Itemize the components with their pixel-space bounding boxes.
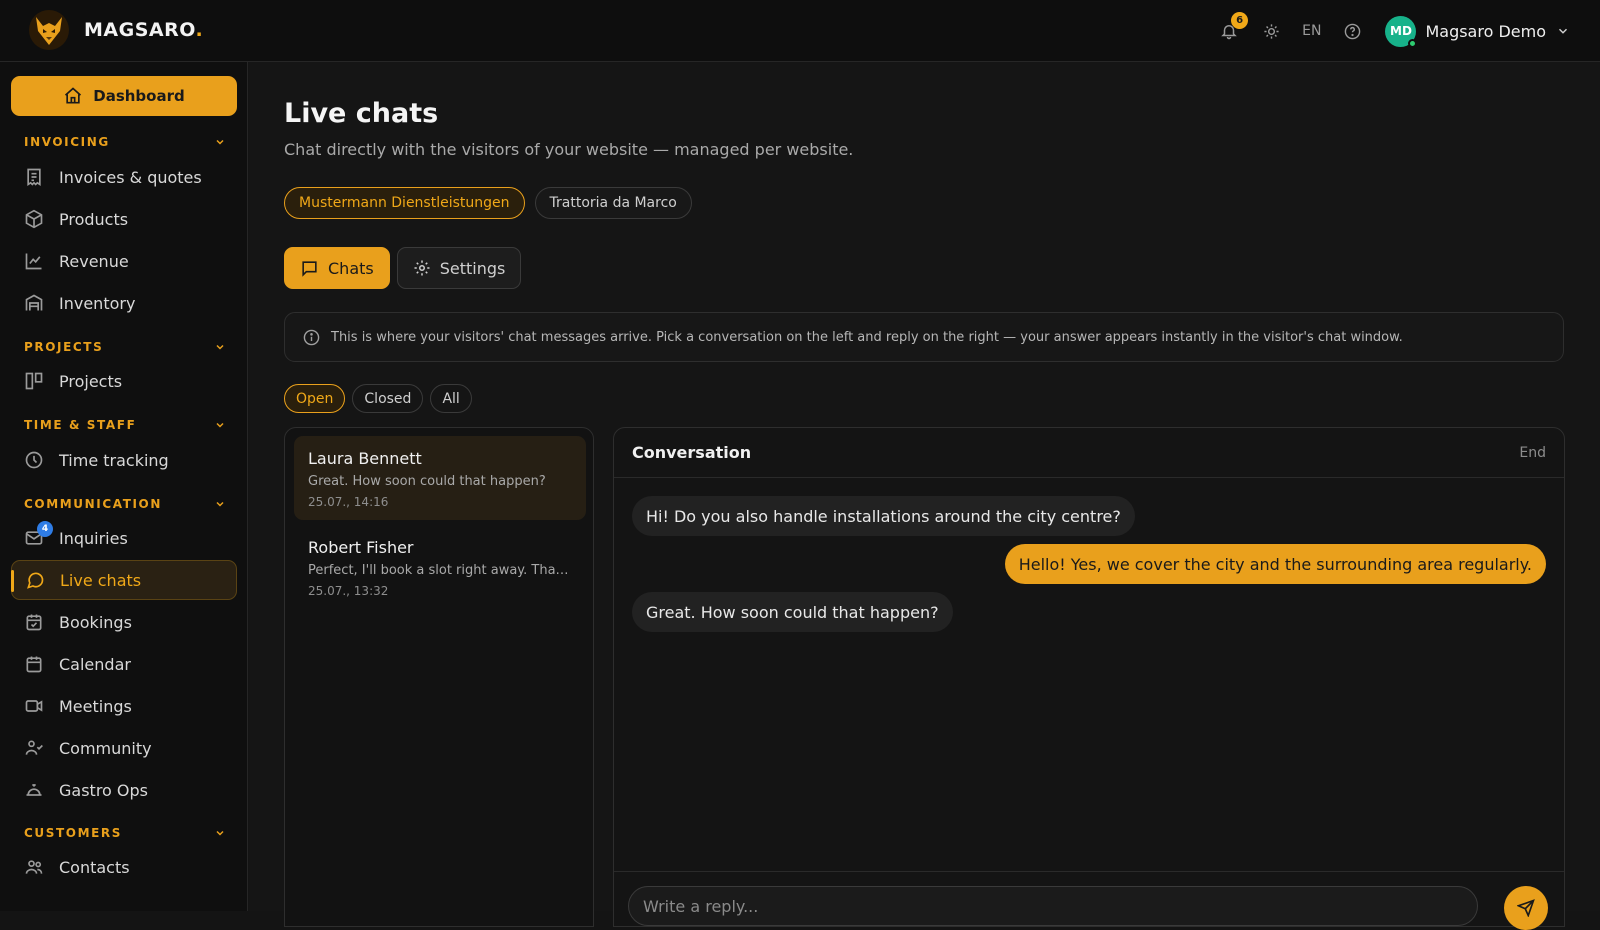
box-icon <box>25 209 43 229</box>
chat-timestamp: 25.07., 13:32 <box>308 584 389 598</box>
section-invoicing[interactable]: INVOICING <box>24 132 226 152</box>
theme-toggle-button[interactable] <box>1260 20 1282 42</box>
dashboard-button[interactable]: Dashboard <box>11 76 237 116</box>
sidebar-item-live-chats[interactable]: Live chats <box>11 560 237 600</box>
sidebar-item-gastro-ops[interactable]: Gastro Ops <box>11 770 237 810</box>
sidebar-item-projects[interactable]: Projects <box>11 361 237 401</box>
chat-bubble-icon <box>27 572 44 589</box>
chat-timestamp: 25.07., 14:16 <box>308 495 389 509</box>
end-chat-button[interactable]: End <box>1519 445 1546 461</box>
sidebar-item-bookings[interactable]: Bookings <box>11 602 237 642</box>
page-subtitle: Chat directly with the visitors of your … <box>284 140 854 159</box>
top-bar: MAGSARO. 6 EN MD Magsaro Demo <box>0 0 1600 62</box>
conversation-header: Conversation End <box>614 428 1564 478</box>
chevron-down-icon <box>216 422 224 428</box>
kanban-icon <box>25 372 43 390</box>
conversation-title: Conversation <box>632 443 752 462</box>
filter-closed[interactable]: Closed <box>352 384 424 413</box>
calendar-icon <box>26 656 42 673</box>
send-button[interactable] <box>1504 886 1548 930</box>
message-square-icon <box>302 260 317 277</box>
reply-bar <box>614 871 1564 930</box>
tab-chats[interactable]: Chats <box>284 247 390 289</box>
home-icon <box>65 87 82 104</box>
visitor-message: Great. How soon could that happen? <box>632 592 953 632</box>
send-icon <box>1517 899 1535 917</box>
language-switcher[interactable]: EN <box>1302 23 1321 39</box>
line-chart-icon <box>25 253 42 270</box>
gear-icon <box>414 260 430 276</box>
chat-list-item[interactable]: Robert Fisher Perfect, I'll book a slot … <box>294 525 586 609</box>
section-projects[interactable]: PROJECTS <box>24 337 226 357</box>
wolf-logo-icon <box>29 10 69 50</box>
online-status-dot <box>1408 38 1418 48</box>
receipt-icon <box>27 168 41 187</box>
sun-icon <box>1264 23 1279 39</box>
chat-list: Laura Bennett Great. How soon could that… <box>284 427 594 927</box>
chevron-down-icon <box>216 344 224 350</box>
notifications-button[interactable]: 6 <box>1218 12 1249 42</box>
status-filters: Open Closed All <box>284 384 479 413</box>
chat-last-message: Great. How soon could that happen? <box>308 474 546 489</box>
section-communication[interactable]: COMMUNICATION <box>24 494 226 514</box>
brand-logo[interactable]: MAGSARO. <box>28 9 203 51</box>
chat-visitor-name: Robert Fisher <box>308 538 414 557</box>
help-button[interactable] <box>1341 20 1363 42</box>
chat-list-item[interactable]: Laura Bennett Great. How soon could that… <box>294 436 586 520</box>
page-title: Live chats <box>284 98 439 129</box>
user-menu-name[interactable]: Magsaro Demo <box>1425 22 1546 41</box>
chat-last-message: Perfect, I'll book a slot right away. Th… <box>308 563 572 578</box>
sidebar-item-contacts[interactable]: Contacts <box>11 847 237 887</box>
agent-message: Hello! Yes, we cover the city and the su… <box>1004 544 1546 584</box>
visitor-message: Hi! Do you also handle installations aro… <box>632 496 1135 536</box>
help-circle-icon <box>1344 23 1361 39</box>
tab-settings[interactable]: Settings <box>396 247 522 289</box>
conversation-panel: Conversation End Hi! Do you also handle … <box>613 427 1565 930</box>
sidebar-item-products[interactable]: Products <box>11 199 237 239</box>
chat-visitor-name: Laura Bennett <box>308 449 422 468</box>
sidebar-item-inquiries[interactable]: 4 Inquiries <box>11 518 237 558</box>
info-banner: This is where your visitors' chat messag… <box>284 312 1564 362</box>
brand-name: MAGSARO. <box>84 19 204 41</box>
filter-all[interactable]: All <box>430 384 472 413</box>
info-icon <box>303 329 320 345</box>
chevron-down-icon[interactable] <box>1556 24 1570 38</box>
view-tabs: Chats Settings <box>284 247 528 289</box>
sidebar-item-meetings[interactable]: Meetings <box>11 686 237 726</box>
website-tab-trattoria[interactable]: Trattoria da Marco <box>534 187 692 219</box>
notification-count-badge: 6 <box>1231 12 1249 29</box>
users-icon <box>25 860 43 874</box>
sidebar-item-community[interactable]: Community <box>11 728 237 768</box>
chevron-down-icon <box>216 139 224 145</box>
sidebar-item-inventory[interactable]: Inventory <box>11 283 237 323</box>
filter-open[interactable]: Open <box>284 384 346 413</box>
chevron-down-icon <box>216 501 224 507</box>
user-avatar[interactable]: MD <box>1385 15 1418 48</box>
community-icon <box>25 740 43 755</box>
cloche-icon <box>26 784 42 796</box>
calendar-check-icon <box>26 614 42 631</box>
sidebar-item-calendar[interactable]: Calendar <box>11 644 237 684</box>
chevron-down-icon <box>216 830 224 836</box>
clock-icon <box>25 451 43 469</box>
sidebar: Dashboard INVOICING Invoices & quotes Pr… <box>0 62 248 911</box>
sidebar-item-time-tracking[interactable]: Time tracking <box>11 440 237 480</box>
sidebar-item-invoices[interactable]: Invoices & quotes <box>11 157 237 197</box>
main-content: Live chats Chat directly with the visito… <box>249 62 1600 930</box>
sidebar-item-revenue[interactable]: Revenue <box>11 241 237 281</box>
video-camera-icon <box>25 700 43 712</box>
section-time-staff[interactable]: TIME & STAFF <box>24 415 226 435</box>
website-tab-mustermann[interactable]: Mustermann Dienstleistungen <box>284 187 525 219</box>
website-tabs: Mustermann Dienstleistungen Trattoria da… <box>284 187 702 219</box>
section-customers[interactable]: CUSTOMERS <box>24 823 226 843</box>
reply-input[interactable] <box>628 886 1478 926</box>
warehouse-icon <box>25 294 43 311</box>
inquiries-count-badge: 4 <box>37 521 53 537</box>
